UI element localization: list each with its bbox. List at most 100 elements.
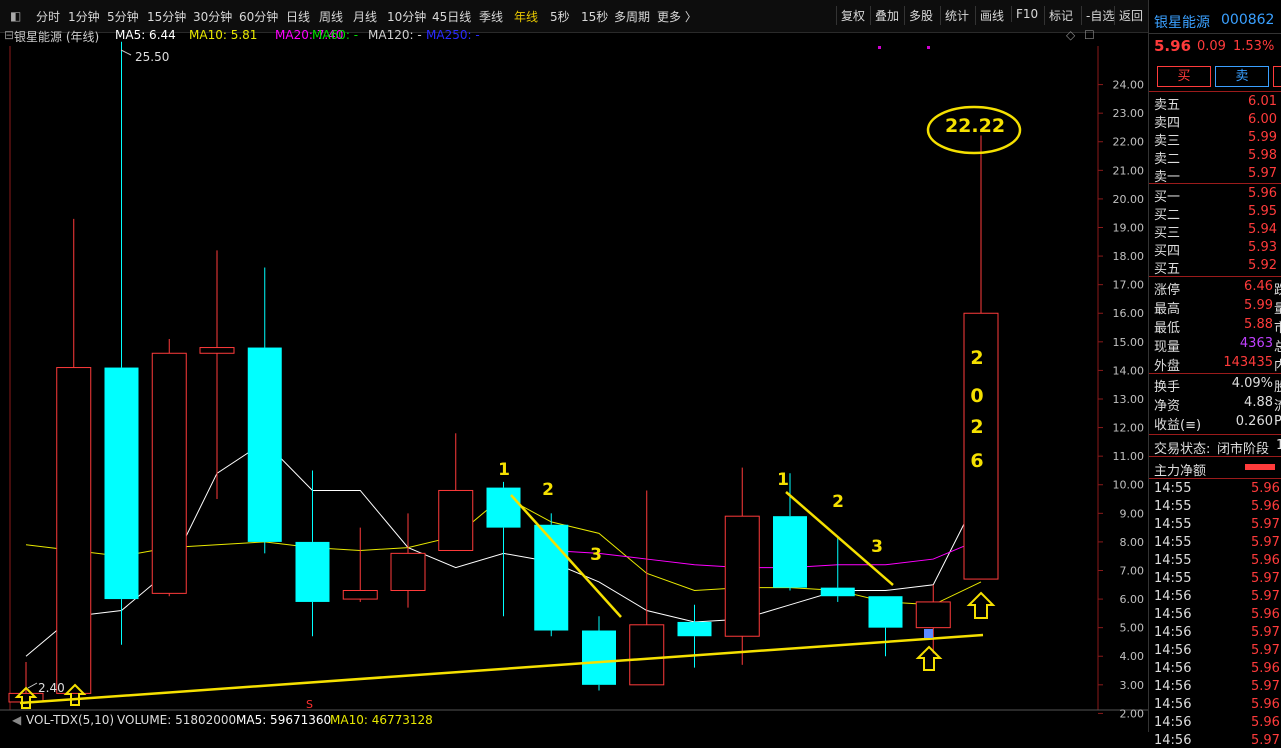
stat-suffix: 市 <box>1274 321 1281 336</box>
buy-button[interactable]: 买 <box>1157 66 1211 87</box>
y-tick-label: 4.00 <box>1120 650 1145 663</box>
y-tick-label: 24.00 <box>1113 79 1145 92</box>
toolbar-button[interactable]: 统计 <box>940 6 973 25</box>
toolbar-button[interactable]: 复权 <box>836 6 869 25</box>
period-tab[interactable]: 5分钟 <box>107 8 139 25</box>
ma60-value: MA60: - <box>312 28 359 42</box>
y-tick-label: 19.00 <box>1113 221 1145 234</box>
candle <box>295 470 330 637</box>
peak-ellipse <box>926 105 1022 155</box>
period-tab[interactable]: 45日线 <box>432 8 471 25</box>
y-tick-label: 6.00 <box>1120 593 1145 606</box>
tick-price: 5.97 <box>1251 535 1280 550</box>
stat-value: 4.09% <box>1231 376 1273 391</box>
tick-time: 14:56 <box>1154 715 1192 730</box>
layout-toggle-icon[interactable]: ◧ <box>10 9 21 23</box>
buy-level-price: 5.94 <box>1248 222 1277 237</box>
peak-label: 22.22 <box>945 115 1005 137</box>
toolbar-button[interactable]: 叠加 <box>870 6 903 25</box>
toolbar-button[interactable]: 返回 <box>1114 6 1147 25</box>
y-tick-label: 8.00 <box>1120 536 1145 549</box>
toolbar-button[interactable]: -自选 <box>1081 6 1118 25</box>
candle <box>820 536 855 602</box>
tick-time: 14:56 <box>1154 643 1192 658</box>
trade-status-label: 交易状态: <box>1154 442 1211 457</box>
tick-price: 5.96 <box>1251 661 1280 676</box>
candle-body <box>247 347 282 542</box>
y-tick-label: 23.00 <box>1113 107 1145 120</box>
candlestick-chart: 2.00 3.00 4.00 5.00 6.00 7.00 8.00 9.00 10.00 11.… <box>0 41 1148 720</box>
period-tab[interactable]: 季线 <box>479 8 503 25</box>
toolbar-button[interactable]: 标记 <box>1044 6 1077 25</box>
step-number: 3 <box>590 545 602 565</box>
sell-button[interactable]: 卖 <box>1215 66 1269 87</box>
period-tab[interactable]: 15秒 <box>581 8 608 25</box>
y-tick-label: 17.00 <box>1113 279 1145 292</box>
tick-price: 5.96 <box>1251 499 1280 514</box>
ma120-value: MA120: - <box>368 28 422 42</box>
sell-level-price: 5.97 <box>1248 166 1277 181</box>
period-tab[interactable]: 5秒 <box>550 8 570 25</box>
indicator-row: ⊟ 银星能源 (年线) MA5: 6.44 MA10: 5.81 MA20: 7… <box>0 28 1100 46</box>
period-tab[interactable]: 1分钟 <box>68 8 100 25</box>
stat-suffix: 股 <box>1274 380 1281 395</box>
y-tick-label: 22.00 <box>1113 136 1145 149</box>
period-tab[interactable]: 周线 <box>319 8 343 25</box>
y-tick-label: 3.00 <box>1120 679 1145 692</box>
toolbar-button[interactable]: 画线 <box>975 6 1008 25</box>
period-tab[interactable]: 分时 <box>36 8 60 25</box>
volume-value: VOLUME: 51802000 <box>117 713 237 727</box>
volume-toggle-icon[interactable]: ◀ <box>12 713 21 727</box>
tick-time: 14:55 <box>1154 481 1192 496</box>
tick-price: 5.96 <box>1251 553 1280 568</box>
toolbar-button[interactable]: F10 <box>1011 6 1042 22</box>
y-tick-label: 15.00 <box>1113 336 1145 349</box>
period-tab[interactable]: 15分钟 <box>147 8 186 25</box>
period-tab[interactable]: 60分钟 <box>239 8 278 25</box>
period-tab[interactable]: 年线 <box>514 8 538 25</box>
candle-body <box>534 524 569 631</box>
step-number: 1 <box>498 460 510 480</box>
chart-title: 银星能源 (年线) <box>14 30 100 44</box>
tick-time: 14:56 <box>1154 625 1192 640</box>
stat-value: 0.260 <box>1235 414 1273 429</box>
y-tick-label: 14.00 <box>1113 364 1145 377</box>
stat-label: 最低 <box>1154 321 1181 336</box>
box-icon[interactable]: ☐ <box>1084 28 1095 42</box>
dot-marker <box>927 46 930 49</box>
year-digit: 2 <box>970 347 983 369</box>
annotations: S <box>14 46 1022 711</box>
tick-price: 5.97 <box>1251 571 1280 586</box>
candle <box>677 604 712 668</box>
candle-body <box>629 624 665 686</box>
sell-level-label: 卖三 <box>1154 134 1181 149</box>
step-number: 2 <box>542 480 554 500</box>
period-tab[interactable]: 10分钟 <box>387 8 426 25</box>
candle <box>963 135 999 580</box>
candle <box>724 467 760 665</box>
extra-button[interactable] <box>1273 66 1281 87</box>
stat-label: 最高 <box>1154 302 1181 317</box>
period-tab[interactable]: 日线 <box>286 8 310 25</box>
collapse-icon[interactable]: ⊟ <box>4 28 14 42</box>
period-tab[interactable]: 多周期 <box>614 8 650 25</box>
candle <box>438 433 474 551</box>
toolbar-button[interactable]: 多股 <box>904 6 937 25</box>
stat-suffix: 总 <box>1274 340 1281 355</box>
period-tab[interactable]: 更多 〉 <box>657 8 697 25</box>
price-change: 0.09 <box>1197 39 1226 54</box>
tick-price: 5.97 <box>1251 625 1280 640</box>
candle <box>534 513 569 637</box>
period-tab[interactable]: 30分钟 <box>193 8 232 25</box>
stat-label: 外盘 <box>1154 359 1181 374</box>
sell-level-price: 6.00 <box>1248 112 1277 127</box>
sell-level-price: 5.98 <box>1248 148 1277 163</box>
candle <box>629 490 665 686</box>
stat-value: 5.88 <box>1244 317 1273 332</box>
candle-body <box>820 587 855 597</box>
period-tab[interactable]: 月线 <box>353 8 377 25</box>
candle <box>8 661 44 703</box>
ma-line-ma5 <box>25 441 982 657</box>
diamond-icon[interactable]: ◇ <box>1066 28 1075 42</box>
candle-body <box>438 489 474 551</box>
